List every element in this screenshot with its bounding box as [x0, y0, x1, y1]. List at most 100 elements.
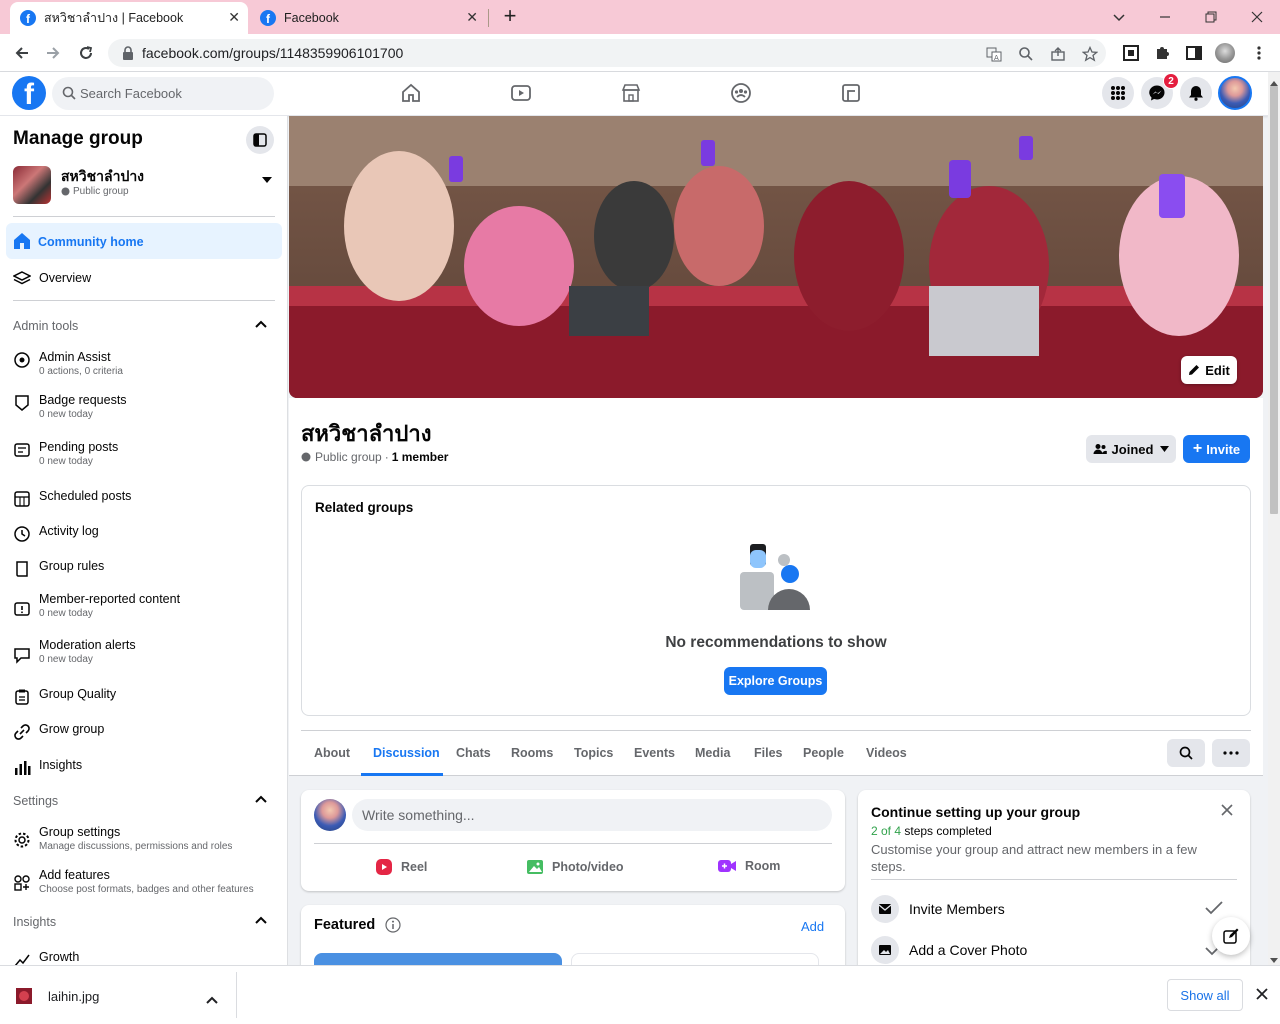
sidebar-item-pending-posts[interactable]: Pending posts 0 new today [6, 439, 282, 469]
photo-video-button[interactable]: Photo/video [526, 858, 624, 876]
group-thumbnail[interactable] [13, 166, 51, 204]
new-tab-plus-icon[interactable]: + [498, 3, 522, 28]
tab-rooms[interactable]: Rooms [511, 746, 553, 760]
back-arrow-icon[interactable] [9, 40, 35, 66]
search-input[interactable]: Search Facebook [52, 77, 274, 110]
download-item[interactable]: laihin.jpg [14, 984, 244, 1008]
sidebar-item-badge-requests[interactable]: Badge requests 0 new today [6, 392, 282, 422]
edit-cover-button[interactable]: Edit [1181, 356, 1237, 384]
sidebar-item-growth[interactable]: Growth [6, 949, 282, 965]
tab-people[interactable]: People [803, 746, 844, 760]
room-button[interactable]: Room [717, 858, 780, 874]
scrollbar-thumb[interactable] [1270, 86, 1278, 514]
featured-item-preview[interactable] [571, 953, 819, 965]
bookmark-star-icon[interactable] [1082, 46, 1098, 62]
chevron-up-icon[interactable] [206, 992, 218, 1007]
extension-square-icon[interactable] [1121, 43, 1141, 63]
group-search-button[interactable] [1167, 739, 1205, 767]
write-something-input[interactable]: Write something... [352, 799, 832, 831]
menu-grid-icon[interactable] [1102, 77, 1134, 109]
tab-media[interactable]: Media [695, 746, 730, 760]
chevron-up-icon[interactable] [255, 794, 267, 806]
restore-icon[interactable] [1188, 4, 1234, 30]
composer-avatar[interactable] [314, 799, 346, 831]
tab-discussion[interactable]: Discussion [373, 746, 440, 760]
profile-avatar[interactable] [1215, 43, 1235, 63]
chevron-up-icon[interactable] [255, 319, 267, 331]
tab-events[interactable]: Events [634, 746, 675, 760]
close-icon[interactable] [1220, 803, 1234, 820]
sidebar-item-scheduled-posts[interactable]: Scheduled posts [6, 488, 282, 509]
sidebar-item-member-reported-content[interactable]: Member-reported content 0 new today [6, 591, 282, 621]
close-tab-icon[interactable]: ✕ [228, 9, 240, 26]
sidebar-item-moderation-alerts[interactable]: Moderation alerts 0 new today [6, 637, 282, 667]
lock-icon[interactable] [122, 46, 134, 60]
minimize-icon[interactable] [1142, 4, 1188, 30]
watch-video-icon[interactable] [510, 82, 532, 104]
setup-step-invite-members[interactable]: Invite Members [871, 894, 1237, 924]
browser-tab-facebook[interactable]: f Facebook ✕ [250, 2, 486, 34]
add-featured-link[interactable]: Add [801, 919, 824, 934]
chevron-up-icon[interactable] [255, 915, 267, 927]
side-panel-icon[interactable] [1184, 43, 1204, 63]
browser-tab-group[interactable]: f สหวิชาลำปาง | Facebook ✕ [10, 2, 248, 34]
marketplace-icon[interactable] [620, 82, 642, 104]
zoom-icon[interactable] [1018, 46, 1034, 62]
sidebar-item-admin-assist[interactable]: Admin Assist 0 actions, 0 criteria [6, 349, 282, 379]
reload-icon[interactable] [73, 40, 99, 66]
forward-arrow-icon[interactable] [40, 40, 66, 66]
sidebar-item-label: Group Quality [39, 687, 117, 701]
account-avatar[interactable] [1218, 76, 1252, 110]
tab-videos[interactable]: Videos [866, 746, 907, 760]
page-scrollbar[interactable] [1268, 72, 1280, 965]
sidebar-item-activity-log[interactable]: Activity log [6, 523, 282, 544]
sidebar-item-sub: 0 actions, 0 criteria [39, 366, 123, 377]
facebook-logo-icon[interactable]: f [12, 76, 46, 110]
messenger-icon[interactable]: 2 [1141, 73, 1179, 109]
sidebar-item-group-rules[interactable]: Group rules [6, 558, 282, 579]
group-switcher-caret-icon[interactable] [262, 171, 272, 186]
featured-item-preview[interactable] [314, 953, 562, 965]
sidebar-item-grow-group[interactable]: Grow group [6, 721, 282, 742]
tab-about[interactable]: About [314, 746, 350, 760]
explore-groups-button[interactable]: Explore Groups [724, 667, 827, 695]
edit-label: Edit [1205, 362, 1230, 378]
search-icon [1179, 746, 1193, 760]
gaming-icon[interactable] [840, 82, 862, 104]
notifications-bell-icon[interactable] [1180, 77, 1212, 109]
sidebar-item-community-home[interactable]: Community home [6, 223, 282, 259]
sidebar-item-label: Pending posts [39, 440, 119, 454]
collapse-sidebar-icon[interactable] [246, 126, 274, 154]
new-message-button[interactable] [1212, 917, 1250, 955]
close-tab-icon[interactable]: ✕ [466, 9, 478, 26]
share-icon[interactable] [1050, 46, 1066, 62]
joined-button[interactable]: Joined [1086, 435, 1176, 463]
home-icon[interactable] [400, 82, 422, 104]
tab-chats[interactable]: Chats [456, 746, 491, 760]
setup-step-add-cover-photo[interactable]: Add a Cover Photo [871, 935, 1237, 965]
tab-topics[interactable]: Topics [574, 746, 613, 760]
sidebar-item-group-settings[interactable]: Group settings Manage discussions, permis… [6, 824, 282, 854]
more-options-button[interactable] [1212, 739, 1250, 767]
sidebar-item-insights[interactable]: Insights [6, 757, 282, 778]
sidebar-item-add-features[interactable]: Add features Choose post formats, badges … [6, 867, 282, 897]
close-window-icon[interactable] [1234, 4, 1280, 30]
group-selector-name[interactable]: สหวิชาลำปาง [61, 166, 144, 188]
show-all-downloads-button[interactable]: Show all [1167, 979, 1243, 1011]
sidebar-title: Manage group [13, 128, 143, 149]
reel-button[interactable]: Reel [375, 858, 427, 876]
info-icon[interactable] [385, 917, 401, 933]
member-count[interactable]: 1 member [392, 450, 449, 464]
invite-button[interactable]: + Invite [1183, 435, 1250, 463]
translate-icon[interactable]: A [986, 46, 1002, 62]
extensions-puzzle-icon[interactable] [1152, 43, 1172, 63]
group-name: สหวิชาลำปาง [301, 421, 432, 446]
sidebar-item-group-quality[interactable]: Group Quality [6, 686, 282, 707]
tab-search-chevron-icon[interactable] [1096, 4, 1142, 30]
sidebar-item-overview[interactable]: Overview [6, 268, 282, 289]
tab-files[interactable]: Files [754, 746, 783, 760]
address-bar[interactable]: facebook.com/groups/1148359906101700 A [108, 39, 1106, 67]
groups-icon[interactable] [730, 82, 752, 104]
close-download-bar-icon[interactable] [1255, 987, 1269, 1004]
kebab-menu-icon[interactable] [1249, 43, 1269, 63]
